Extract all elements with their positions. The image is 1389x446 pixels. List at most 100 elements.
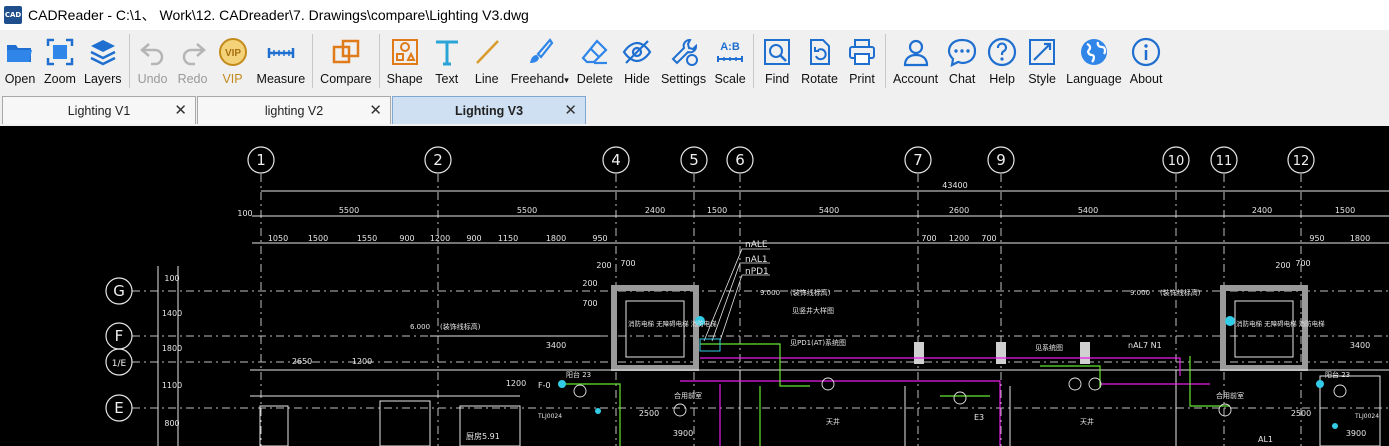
- label-panel: TLJ0024: [1354, 413, 1379, 420]
- dim-text: 200: [596, 261, 611, 270]
- columns: [914, 342, 1090, 364]
- vip-button[interactable]: VIP VIP: [213, 30, 253, 92]
- toolbar: Open Zoom Layers Undo Redo VIP VIP Measu…: [0, 30, 1389, 92]
- style-button[interactable]: Style: [1022, 30, 1062, 92]
- delete-button[interactable]: Delete: [573, 30, 617, 92]
- scale-icon: A:B: [717, 41, 744, 62]
- dim-text: 100: [237, 209, 252, 218]
- dim-text: 3400: [546, 341, 566, 350]
- scale-button[interactable]: A:B Scale: [710, 30, 750, 92]
- find-button[interactable]: Find: [757, 30, 797, 92]
- redo-icon: [182, 43, 206, 66]
- dim-text: 900: [399, 234, 414, 243]
- vip-badge-icon: VIP: [218, 38, 247, 66]
- find-icon: [764, 39, 791, 65]
- eraser-icon: [581, 39, 608, 65]
- settings-button[interactable]: Settings: [657, 30, 710, 92]
- line-button[interactable]: Line: [467, 30, 507, 92]
- label-al7n1: nAL7 N1: [1128, 341, 1162, 350]
- grid-label: 5: [689, 151, 699, 169]
- undo-button[interactable]: Undo: [133, 30, 173, 92]
- close-icon[interactable]: ✕: [174, 101, 187, 119]
- dim-text: 1800: [162, 344, 182, 353]
- svg-text:VIP: VIP: [224, 48, 240, 59]
- wiring-green: [560, 343, 1230, 446]
- shape-icon: [391, 39, 418, 65]
- dim-text: 1500: [308, 234, 328, 243]
- text-button[interactable]: Text: [427, 30, 467, 92]
- chat-button[interactable]: Chat: [942, 30, 982, 92]
- grid-label: E: [114, 399, 123, 417]
- dim-text: 2650: [292, 357, 312, 366]
- chat-bubble-icon: [948, 38, 977, 67]
- label-lobby: 合用前室: [1216, 391, 1244, 400]
- grid-label: 10: [1168, 154, 1185, 169]
- measure-button[interactable]: Measure: [253, 30, 310, 92]
- help-button[interactable]: Help: [982, 30, 1022, 92]
- drawing-canvas[interactable]: 1 2 4 5 6 7 9 10 11 12 G F 1/E E 43400 1…: [0, 126, 1389, 446]
- grid-label: 6: [735, 151, 745, 169]
- account-button[interactable]: Account: [889, 30, 942, 92]
- dim-text: 2400: [1252, 206, 1272, 215]
- text-icon: [435, 40, 458, 66]
- compare-icon: [332, 39, 360, 64]
- line-icon: [475, 40, 499, 64]
- dim-text: 700: [921, 234, 936, 243]
- tab-lighting-v3[interactable]: Lighting V3 ✕: [392, 96, 586, 124]
- label-cable-tray: (装饰线标高): [790, 288, 831, 297]
- zoom-button[interactable]: Zoom: [40, 30, 80, 92]
- settings-icon: [671, 39, 698, 66]
- ruler-icon: [267, 48, 295, 58]
- walls: [611, 285, 1308, 371]
- printer-icon: [848, 39, 875, 65]
- info-icon: [1131, 37, 1161, 67]
- title-bar: CAD CADReader - C:\1、 Work\12. CADreader…: [0, 0, 1389, 30]
- about-button[interactable]: About: [1126, 30, 1167, 92]
- grid-label: 9: [996, 151, 1006, 169]
- close-icon[interactable]: ✕: [564, 101, 577, 119]
- grid-label: 7: [913, 151, 923, 169]
- dim-text: 2500: [1291, 409, 1311, 418]
- dim-text: 5500: [339, 206, 359, 215]
- dim-text: 700: [582, 299, 597, 308]
- print-button[interactable]: Print: [842, 30, 882, 92]
- undo-icon: [139, 43, 163, 66]
- dim-text: 3900: [673, 429, 693, 438]
- label-cable-tray: (装饰线标高): [440, 322, 481, 331]
- dim-text: 900: [466, 234, 481, 243]
- close-icon[interactable]: ✕: [369, 101, 382, 119]
- toolbar-separator: [128, 34, 130, 88]
- dim-text: 1800: [1350, 234, 1370, 243]
- tab-lighting-v2[interactable]: lighting V2 ✕: [197, 96, 391, 124]
- brush-icon: [529, 38, 554, 63]
- dim-text: 1550: [357, 234, 377, 243]
- toolbar-separator: [753, 34, 755, 88]
- label-lobby: 合用前室: [674, 391, 702, 400]
- redo-button[interactable]: Redo: [173, 30, 213, 92]
- freehand-button[interactable]: Freehand▾: [507, 30, 573, 92]
- label-npd1: nPD1: [745, 267, 769, 277]
- hide-button[interactable]: Hide: [617, 30, 657, 92]
- dim-text: 1200: [949, 234, 969, 243]
- dim-text: 43400: [942, 181, 967, 190]
- label-patio: 天井: [826, 417, 840, 426]
- shape-button[interactable]: Shape: [383, 30, 427, 92]
- open-button[interactable]: Open: [0, 30, 40, 92]
- svg-text:A:B: A:B: [720, 41, 740, 53]
- dim-text: 3900: [1346, 429, 1366, 438]
- layers-button[interactable]: Layers: [80, 30, 126, 92]
- label-elevator: 消防电梯 无障碍电梯 消防电梯: [1236, 319, 1325, 328]
- grid-label: 2: [433, 151, 443, 169]
- tab-lighting-v1[interactable]: Lighting V1 ✕: [2, 96, 196, 124]
- grid-label: G: [113, 282, 125, 300]
- label-nal1: nAL1: [745, 255, 768, 265]
- grid-label: 1: [256, 151, 266, 169]
- compare-button[interactable]: Compare: [316, 30, 375, 92]
- language-button[interactable]: Language: [1062, 30, 1126, 92]
- label-shaft-detail: 见竖井大样图: [792, 306, 834, 315]
- user-icon: [903, 39, 928, 67]
- grid-label: 11: [1216, 154, 1233, 169]
- dim-text: 1200: [430, 234, 450, 243]
- dim-text: 2500: [639, 409, 659, 418]
- rotate-button[interactable]: Rotate: [797, 30, 842, 92]
